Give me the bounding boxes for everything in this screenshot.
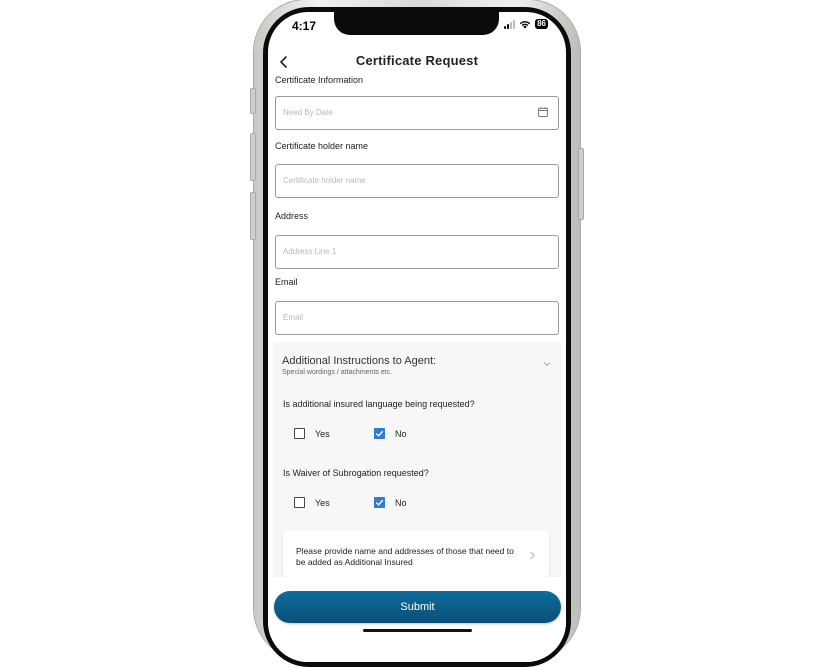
chevron-down-icon[interactable] (543, 360, 551, 368)
q2-no-label: No (395, 497, 407, 508)
chevron-right-icon (530, 551, 535, 560)
email-field[interactable]: Email (275, 301, 559, 335)
q2-yes-checkbox[interactable] (294, 497, 305, 508)
submit-button[interactable]: Submit (274, 591, 561, 623)
mute-switch (250, 88, 256, 114)
additional-insured-question: Is additional insured language being req… (283, 399, 475, 409)
address-line1-placeholder: Address Line 1 (283, 247, 337, 256)
additional-insured-card-text: Please provide name and addresses of tho… (296, 546, 514, 567)
checkmark-icon (375, 430, 384, 437)
q1-no-option[interactable]: No (374, 428, 407, 439)
address-line1-field[interactable]: Address Line 1 (275, 235, 559, 269)
q2-yes-option[interactable]: Yes (294, 497, 330, 508)
waiver-question: Is Waiver of Subrogation requested? (283, 468, 429, 478)
instructions-subtitle: Special wordings / attachments etc. (282, 369, 393, 376)
status-time: 4:17 (292, 19, 317, 33)
volume-up-button (250, 133, 256, 181)
address-label: Address (275, 211, 309, 221)
q1-yes-label: Yes (315, 428, 330, 439)
need-by-date-field[interactable]: Need By Date (275, 96, 559, 130)
holder-name-label: Certificate holder name (275, 141, 369, 151)
power-button (578, 148, 584, 220)
calendar-icon[interactable] (538, 107, 548, 117)
additional-instructions-panel: Additional Instructions to Agent: Specia… (273, 342, 561, 592)
q1-yes-option[interactable]: Yes (294, 428, 330, 439)
q1-no-label: No (395, 428, 407, 439)
volume-down-button (250, 192, 256, 240)
holder-name-field[interactable]: Certificate holder name (275, 164, 559, 198)
email-label: Email (275, 277, 298, 287)
holder-name-placeholder: Certificate holder name (283, 176, 366, 185)
signal-icon (504, 19, 516, 29)
q2-yes-label: Yes (315, 497, 330, 508)
checkmark-icon (375, 499, 384, 506)
page-title: Certificate Request (355, 53, 479, 68)
home-indicator[interactable] (363, 629, 472, 632)
battery-icon: 86 (535, 19, 548, 29)
app-screen: 4:17 86 Certificate Request Certificate … (268, 12, 566, 662)
need-by-date-placeholder: Need By Date (283, 108, 333, 117)
notch (334, 12, 499, 35)
section-certificate-information: Certificate Information (275, 75, 364, 85)
q1-no-checkbox[interactable] (374, 428, 385, 439)
q1-yes-checkbox[interactable] (294, 428, 305, 439)
q2-no-checkbox[interactable] (374, 497, 385, 508)
instructions-title[interactable]: Additional Instructions to Agent: (282, 355, 436, 367)
email-placeholder: Email (283, 313, 304, 322)
additional-insured-card[interactable]: Please provide name and addresses of tho… (283, 530, 549, 578)
q2-no-option[interactable]: No (374, 497, 407, 508)
status-icons: 86 (504, 19, 548, 29)
wifi-icon (519, 20, 531, 28)
